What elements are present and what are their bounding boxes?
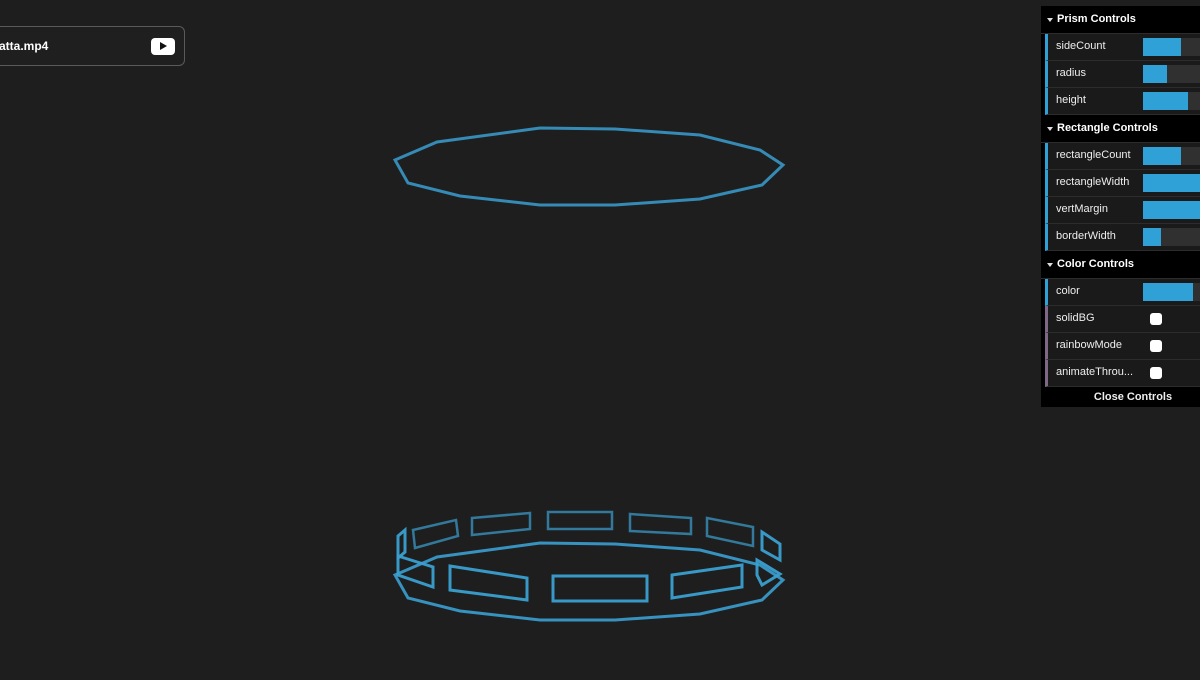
slider[interactable]: [1143, 147, 1200, 165]
folder-header[interactable]: Prism Controls: [1041, 6, 1200, 34]
control-color: color: [1045, 279, 1200, 306]
control-rectangleCount: rectangleCount: [1045, 143, 1200, 170]
back-rectangle: [705, 516, 755, 548]
slider-fill: [1143, 38, 1181, 56]
back-rectangle: [411, 518, 460, 550]
video-filename: atta.mp4: [0, 39, 49, 53]
slider[interactable]: [1143, 283, 1200, 301]
control-radius: radius: [1045, 61, 1200, 88]
front-rectangle: [760, 529, 782, 563]
control-label: sideCount: [1056, 40, 1106, 52]
control-label: rectangleWidth: [1056, 176, 1130, 188]
slider-fill: [1143, 174, 1200, 192]
front-rectangle: [670, 563, 744, 600]
front-rectangle: [396, 526, 407, 562]
slider[interactable]: [1143, 228, 1200, 246]
control-borderWidth: borderWidth: [1045, 224, 1200, 251]
slider-fill: [1143, 65, 1167, 83]
slider[interactable]: [1143, 92, 1200, 110]
slider-fill: [1143, 283, 1193, 301]
control-solidBG: solidBG: [1045, 306, 1200, 333]
slider-fill: [1143, 147, 1181, 165]
control-label: rectangleCount: [1056, 149, 1131, 161]
control-rectangleWidth: rectangleWidth: [1045, 170, 1200, 197]
play-icon[interactable]: [151, 38, 175, 55]
checkbox[interactable]: [1150, 313, 1162, 325]
control-vertMargin: vertMargin: [1045, 197, 1200, 224]
prism-top-ring: [392, 126, 786, 207]
slider-fill: [1143, 201, 1200, 219]
front-rectangle: [448, 564, 529, 602]
control-label: height: [1056, 94, 1086, 106]
slider[interactable]: [1143, 201, 1200, 219]
slider-fill: [1143, 92, 1188, 110]
control-label: borderWidth: [1056, 230, 1116, 242]
checkbox[interactable]: [1150, 367, 1162, 379]
control-rainbowMode: rainbowMode: [1045, 333, 1200, 360]
control-label: vertMargin: [1056, 203, 1108, 215]
control-label: color: [1056, 285, 1080, 297]
control-label: solidBG: [1056, 312, 1095, 324]
control-height: height: [1045, 88, 1200, 115]
back-rectangle: [470, 511, 532, 537]
checkbox[interactable]: [1150, 340, 1162, 352]
back-rectangle: [546, 510, 614, 531]
controls-panel: Prism Controls sideCount radius height Recta…: [1041, 6, 1200, 407]
slider[interactable]: [1143, 65, 1200, 83]
control-animateThrou: animateThrou...: [1045, 360, 1200, 387]
front-rectangle: [755, 557, 783, 588]
folder-header[interactable]: Rectangle Controls: [1041, 115, 1200, 143]
control-label: radius: [1056, 67, 1086, 79]
close-controls-button[interactable]: Close Controls: [1041, 387, 1200, 407]
prism-bottom-ring: [392, 541, 786, 622]
control-label: animateThrou...: [1056, 366, 1134, 378]
slider[interactable]: [1143, 38, 1200, 56]
slider-fill: [1143, 228, 1161, 246]
front-rectangle: [551, 574, 649, 603]
slider[interactable]: [1143, 174, 1200, 192]
video-file-card: atta.mp4: [0, 26, 185, 66]
folder-header[interactable]: Color Controls: [1041, 251, 1200, 279]
control-label: rainbowMode: [1056, 339, 1123, 351]
control-sideCount: sideCount: [1045, 34, 1200, 61]
prism-canvas: [392, 126, 786, 622]
back-rectangle: [628, 512, 693, 536]
